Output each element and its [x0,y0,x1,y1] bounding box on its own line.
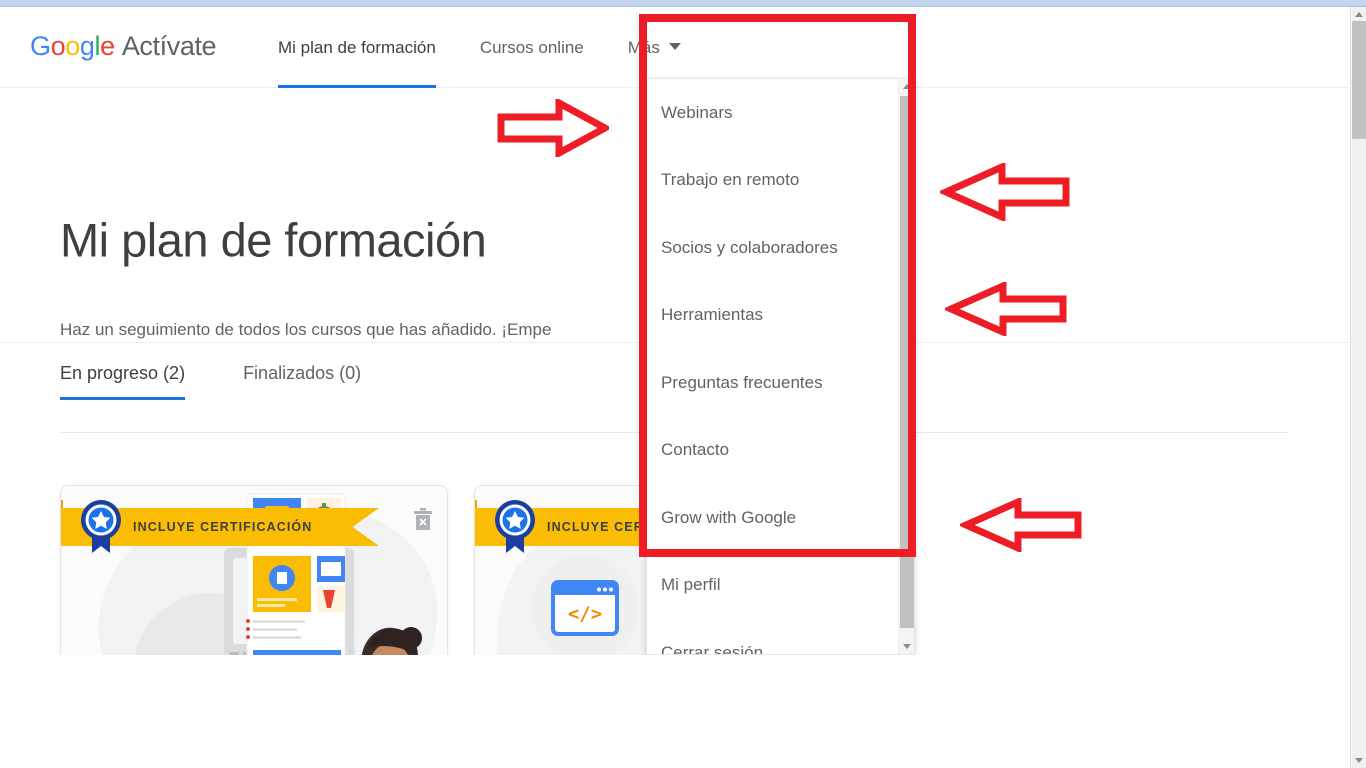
page-title: Mi plan de formación [60,213,487,267]
dropdown-item-label: Herramientas [661,305,764,325]
trash-icon[interactable] [413,508,433,530]
logo-letter-o2: o [65,31,80,61]
nav-item-mi-plan-de-formacion[interactable]: Mi plan de formación [278,7,458,88]
logo-letter-o1: o [50,31,66,61]
scroll-up-arrow-icon[interactable] [899,79,914,94]
logo-product-name: Actívate [121,31,217,61]
tab-label: Finalizados (0) [243,363,362,383]
logo-letter-e: e [100,31,115,61]
dropdown-item-label: Preguntas frecuentes [661,372,823,392]
dropdown-item-trabajo-en-remoto[interactable]: Trabajo en remoto [647,147,899,215]
screenshot-root: Google Actívate Mi plan de formación Cur… [0,0,1366,768]
certification-ribbon-label: INCLUYE CERTIFICACIÓN [133,520,313,534]
dropdown-item-label: Grow with Google [661,507,797,527]
tab-label: En progreso (2) [60,363,186,383]
browser-vertical-scrollbar[interactable] [1350,7,1366,768]
logo-letter-g: G [30,31,51,61]
dropdown-item-socios-y-colaboradores[interactable]: Socios y colaboradores [647,214,899,282]
dropdown-item-label: Mi perfil [661,575,721,595]
dropdown-item-label: Socios y colaboradores [661,237,838,257]
dropdown-item-label: Webinars [661,102,733,122]
dropdown-item-label: Trabajo en remoto [661,170,800,190]
chevron-down-icon [668,43,681,50]
tab-finalizados[interactable]: Finalizados (0) [243,363,361,400]
svg-text:</>: </> [568,603,602,625]
dropdown-item-herramientas[interactable]: Herramientas [647,282,899,350]
mas-dropdown-menu[interactable]: Webinars Trabajo en remoto Socios y cola… [646,78,915,655]
nav-label: Más [627,37,660,57]
star-badge-icon [79,499,123,555]
dropdown-item-contacto[interactable]: Contacto [647,417,899,485]
tab-list: En progreso (2) Finalizados (0) [60,363,419,400]
scrollbar-thumb[interactable] [900,96,914,628]
nav-label: Mi plan de formación [278,37,436,57]
scroll-down-arrow-icon[interactable] [899,639,914,654]
course-card[interactable]: Cafe [60,485,448,655]
dropdown-item-grow-with-google[interactable]: Grow with Google [647,484,899,552]
page-viewport: Google Actívate Mi plan de formación Cur… [0,7,1349,655]
scroll-down-arrow-icon[interactable] [1351,753,1366,768]
nav-label: Cursos online [479,37,584,57]
nav-item-mas[interactable]: Más [606,7,703,88]
dropdown-item-preguntas-frecuentes[interactable]: Preguntas frecuentes [647,349,899,417]
logo-letter-g2: g [79,31,95,61]
page-subtitle: Haz un seguimiento de todos los cursos q… [60,320,552,339]
site-header: Google Actívate Mi plan de formación Cur… [0,7,1349,88]
google-activate-logo[interactable]: Google Actívate [30,31,217,62]
dropdown-item-label: Cerrar sesión [661,642,764,655]
dropdown-item-webinars[interactable]: Webinars [647,79,899,147]
dropdown-item-mi-perfil[interactable]: Mi perfil [647,552,899,620]
scrollbar-thumb[interactable] [1352,21,1366,139]
nav-item-cursos-online[interactable]: Cursos online [458,7,606,88]
dropdown-item-label: Contacto [661,440,730,460]
dropdown-vertical-scrollbar[interactable] [898,79,914,654]
dropdown-item-list: Webinars Trabajo en remoto Socios y cola… [647,79,899,655]
tab-en-progreso[interactable]: En progreso (2) [60,363,186,400]
dropdown-item-cerrar-sesion[interactable]: Cerrar sesión [647,619,899,655]
browser-top-bar [0,0,1366,7]
star-badge-icon [493,499,537,555]
main-navigation: Mi plan de formación Cursos online Más [278,7,703,88]
scroll-up-arrow-icon[interactable] [1351,7,1366,22]
